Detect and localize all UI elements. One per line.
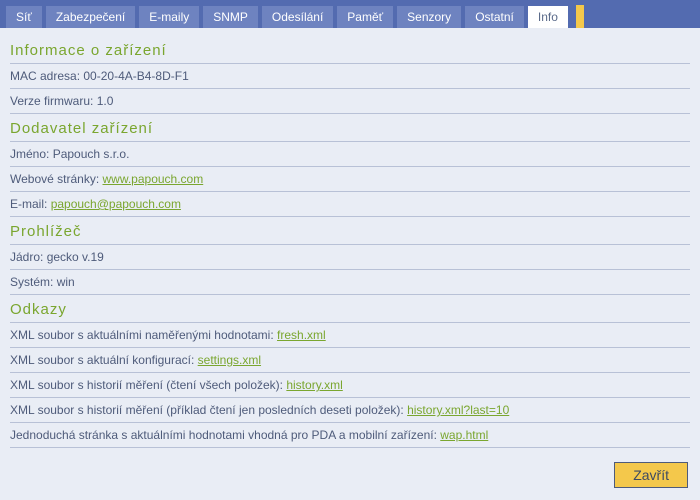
row-mac: MAC adresa: 00-20-4A-B4-8D-F1 (10, 64, 690, 89)
row-vendor-email: E-mail: papouch@papouch.com (10, 192, 690, 217)
tab-ostatni[interactable]: Ostatní (465, 6, 524, 28)
tab-zabezpeceni[interactable]: Zabezpečení (46, 6, 135, 28)
vendor-email-label: E-mail: (10, 197, 47, 211)
row-link-wap: Jednoduchá stránka s aktuálními hodnotam… (10, 423, 690, 448)
xml-config-label: XML soubor s aktuální konfigurací: (10, 353, 194, 367)
xml-hist-last-link[interactable]: history.xml?last=10 (407, 403, 509, 417)
wap-label: Jednoduchá stránka s aktuálními hodnotam… (10, 428, 437, 442)
xml-config-link[interactable]: settings.xml (198, 353, 261, 367)
fw-value: 1.0 (97, 94, 114, 108)
row-vendor-name: Jméno: Papouch s.r.o. (10, 142, 690, 167)
fw-label: Verze firmwaru: (10, 94, 93, 108)
row-vendor-web: Webové stránky: www.papouch.com (10, 167, 690, 192)
tab-odesilani[interactable]: Odesílání (262, 6, 333, 28)
xml-hist-last-label: XML soubor s historií měření (příklad čt… (10, 403, 404, 417)
engine-value: gecko v.19 (47, 250, 104, 264)
vendor-email-link[interactable]: papouch@papouch.com (51, 197, 181, 211)
wap-link[interactable]: wap.html (440, 428, 488, 442)
xml-hist-all-link[interactable]: history.xml (286, 378, 342, 392)
vendor-web-label: Webové stránky: (10, 172, 99, 186)
engine-label: Jádro: (10, 250, 43, 264)
tab-sit[interactable]: Síť (6, 6, 42, 28)
row-link-fresh: XML soubor s aktuálními naměřenými hodno… (10, 323, 690, 348)
footer: Zavřít (614, 462, 688, 488)
section-title-browser: Prohlížeč (10, 217, 690, 245)
row-engine: Jádro: gecko v.19 (10, 245, 690, 270)
xml-current-link[interactable]: fresh.xml (277, 328, 326, 342)
mac-value: 00-20-4A-B4-8D-F1 (83, 69, 188, 83)
vendor-name-value: Papouch s.r.o. (53, 147, 130, 161)
mac-label: MAC adresa: (10, 69, 80, 83)
vendor-web-link[interactable]: www.papouch.com (103, 172, 204, 186)
tab-senzory[interactable]: Senzory (397, 6, 461, 28)
row-link-history-all: XML soubor s historií měření (čtení všec… (10, 373, 690, 398)
row-link-settings: XML soubor s aktuální konfigurací: setti… (10, 348, 690, 373)
tab-pamet[interactable]: Paměť (337, 6, 393, 28)
xml-hist-all-label: XML soubor s historií měření (čtení všec… (10, 378, 283, 392)
tab-info[interactable]: Info (528, 6, 568, 28)
section-title-links: Odkazy (10, 295, 690, 323)
decor-stripe (576, 5, 584, 28)
section-title-vendor: Dodavatel zařízení (10, 114, 690, 142)
tab-emaily[interactable]: E-maily (139, 6, 199, 28)
content-panel: Informace o zařízení MAC adresa: 00-20-4… (0, 28, 700, 448)
section-title-device: Informace o zařízení (10, 36, 690, 64)
close-button[interactable]: Zavřít (614, 462, 688, 488)
row-link-history-last: XML soubor s historií měření (příklad čt… (10, 398, 690, 423)
row-firmware: Verze firmwaru: 1.0 (10, 89, 690, 114)
system-label: Systém: (10, 275, 53, 289)
system-value: win (57, 275, 75, 289)
xml-current-label: XML soubor s aktuálními naměřenými hodno… (10, 328, 274, 342)
tab-bar: Síť Zabezpečení E-maily SNMP Odesílání P… (0, 0, 700, 28)
row-system: Systém: win (10, 270, 690, 295)
tab-snmp[interactable]: SNMP (203, 6, 258, 28)
vendor-name-label: Jméno: (10, 147, 49, 161)
